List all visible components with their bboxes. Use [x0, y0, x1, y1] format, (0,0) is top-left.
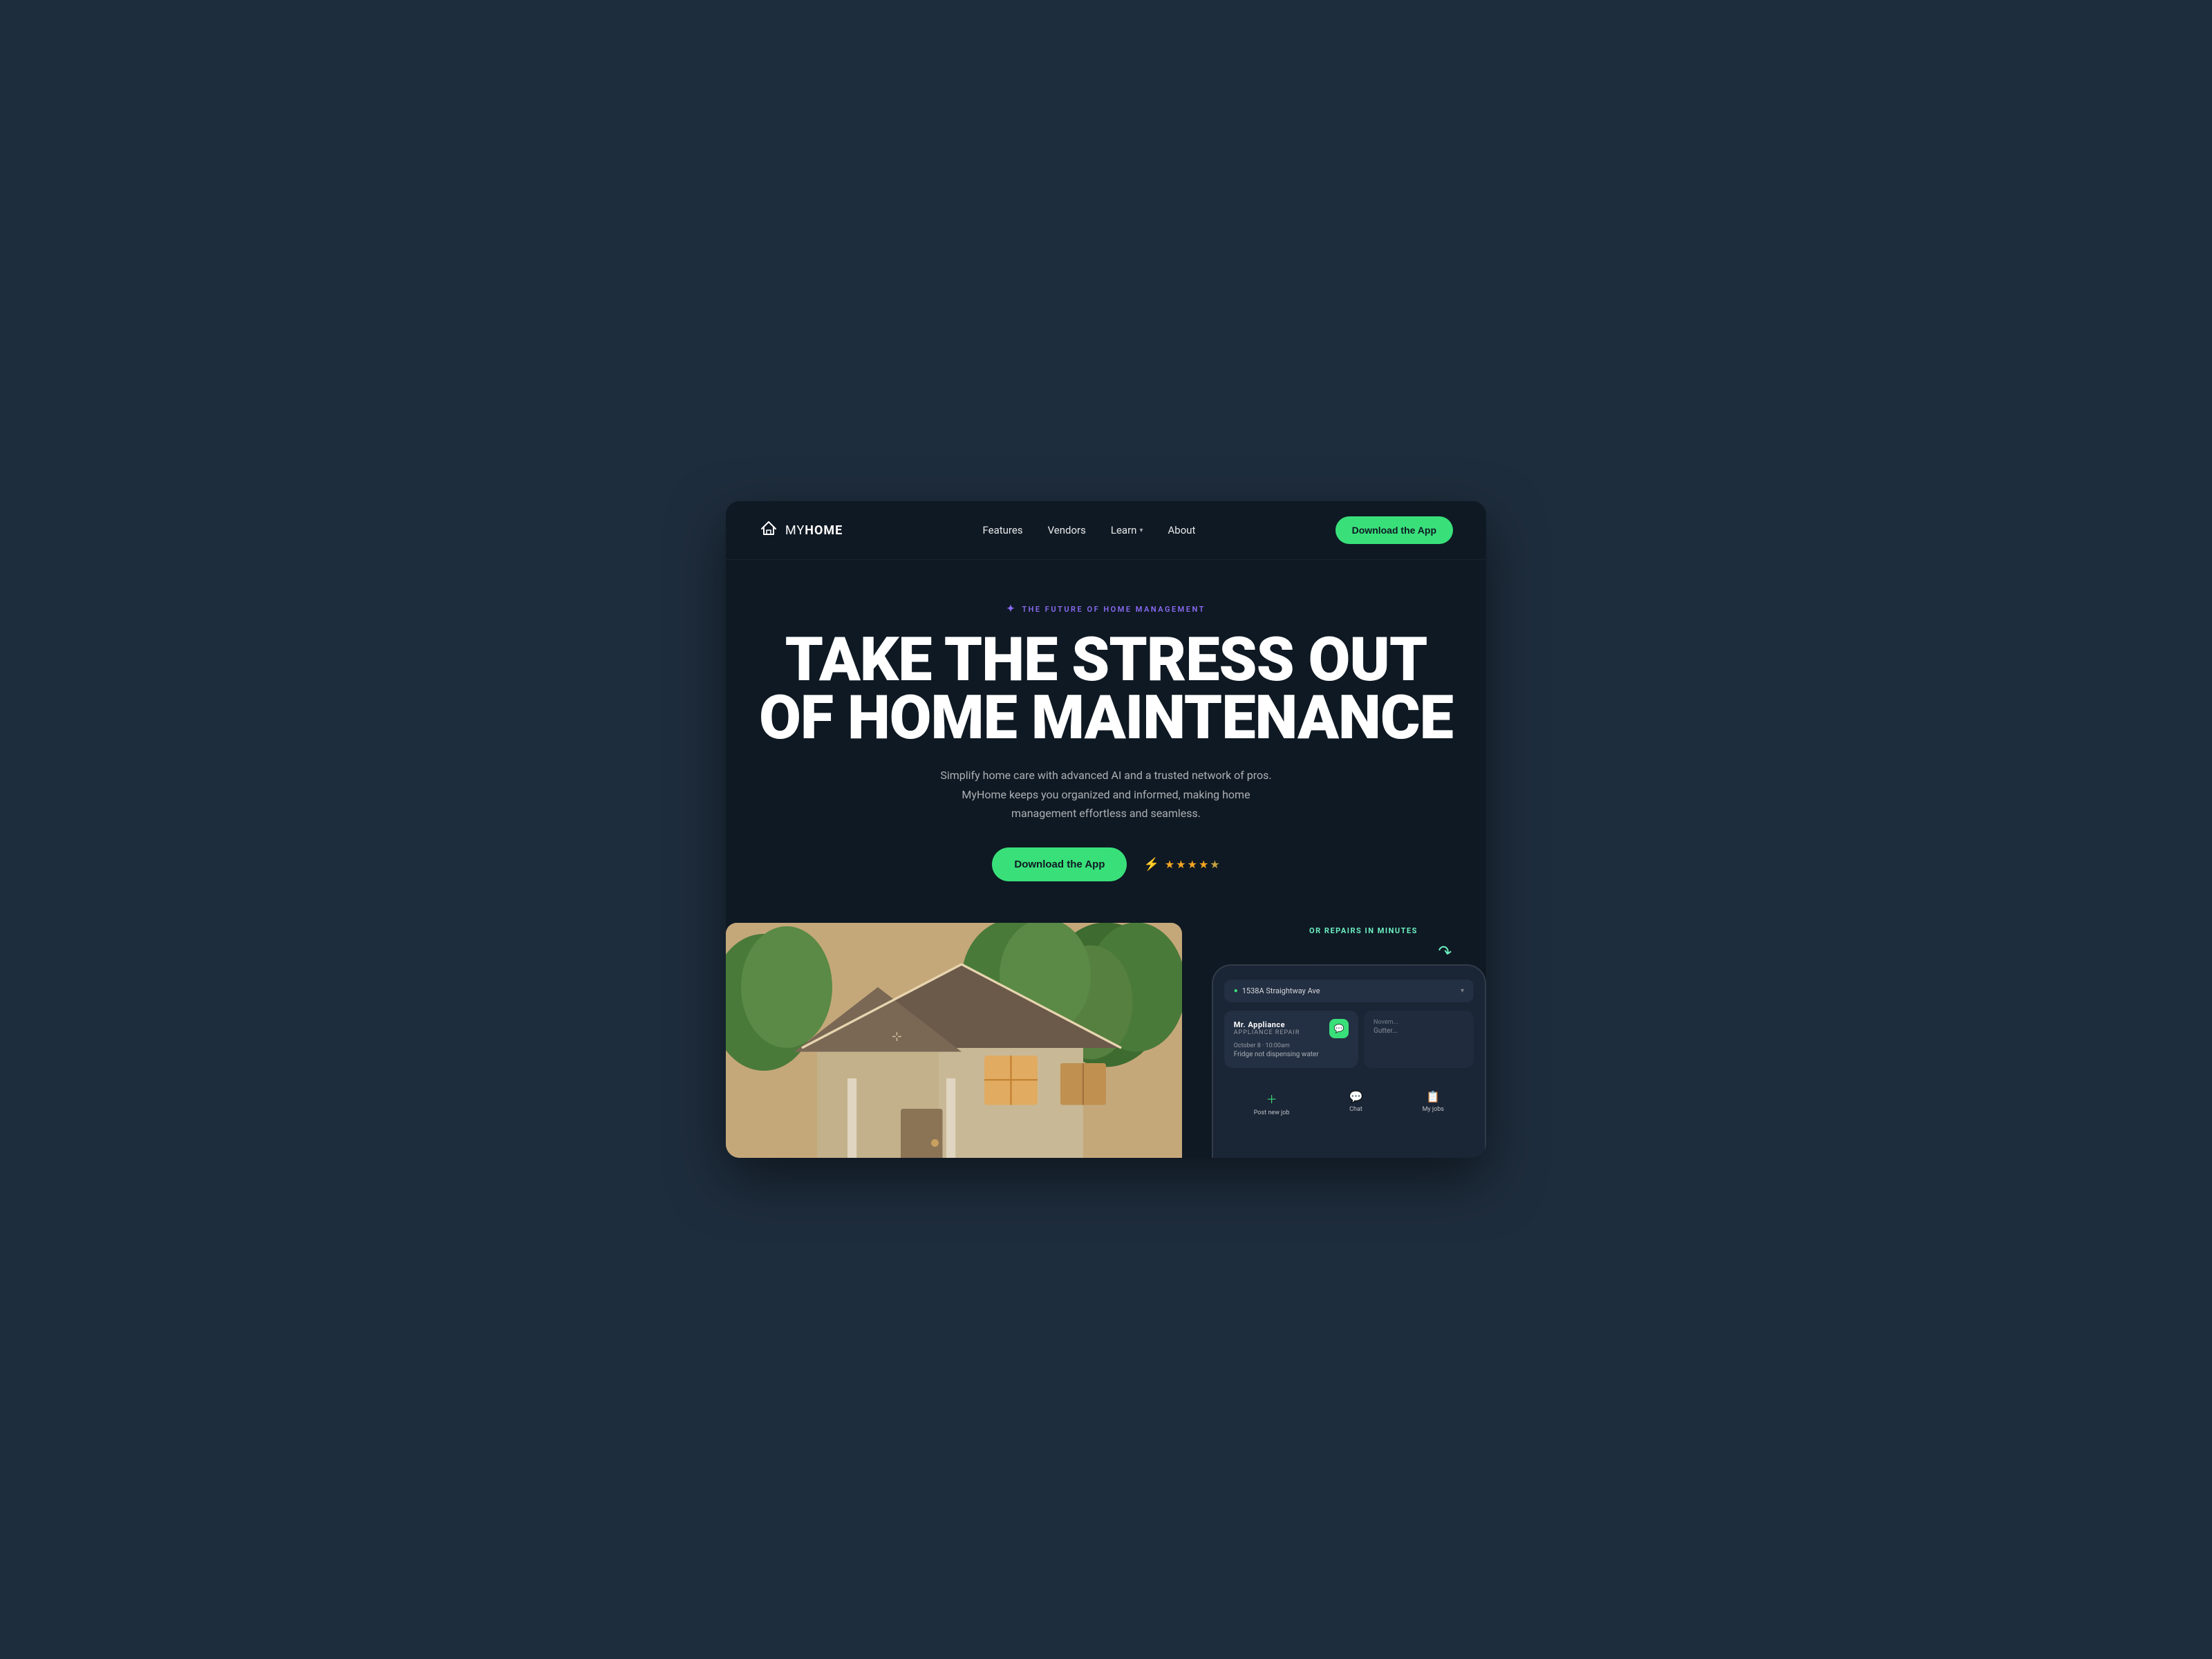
- nav-links: Features Vendors Learn ▾ About: [983, 524, 1196, 536]
- schedule-text: Schedule any Maintenance or Repairs in M…: [1296, 923, 1431, 937]
- location-icon: ●: [1234, 987, 1238, 995]
- hero-subtitle: Simplify home care with advanced AI and …: [940, 766, 1272, 823]
- job-card-1: Mr. Appliance Appliance Repair 💬 October…: [1224, 1011, 1358, 1068]
- hero-actions: Download the App ⚡ ★ ★ ★ ★ ★: [759, 847, 1453, 881]
- nav-about[interactable]: About: [1168, 524, 1195, 536]
- nav-features[interactable]: Features: [983, 524, 1023, 536]
- nav-vendors[interactable]: Vendors: [1048, 524, 1086, 536]
- logo[interactable]: MyHome: [759, 519, 843, 542]
- nav-chat[interactable]: 💬 Chat: [1349, 1090, 1363, 1116]
- navbar: MyHome Features Vendors Learn ▾ About Do…: [726, 501, 1486, 560]
- svg-text:⊹: ⊹: [892, 1030, 902, 1044]
- star-4: ★: [1199, 858, 1208, 871]
- chat-button[interactable]: 💬: [1329, 1019, 1349, 1038]
- bottom-section: ⊹ Schedule any Maintenance or Repairs in…: [726, 923, 1486, 1158]
- phone-address-bar: ● 1538A Straightway Ave ▾: [1224, 980, 1474, 1002]
- nav-chat-label: Chat: [1349, 1106, 1362, 1113]
- star-2: ★: [1176, 858, 1185, 871]
- hero-section: ✦ The Future of Home Management Take the…: [726, 560, 1486, 881]
- nav-jobs-label: My jobs: [1423, 1106, 1444, 1113]
- phone-bottom-nav: ＋ Post new job 💬 Chat 📋 My jobs: [1224, 1082, 1474, 1122]
- logo-text: MyHome: [785, 523, 843, 538]
- vendor-name: Mr. Appliance: [1234, 1020, 1300, 1029]
- card-2-date: Novem...: [1374, 1019, 1464, 1026]
- home-icon: [759, 519, 778, 542]
- house-image-area: ⊹: [726, 923, 1182, 1158]
- star-rating: ★ ★ ★ ★ ★: [1165, 858, 1220, 871]
- card-2-detail: Gutter...: [1374, 1026, 1464, 1036]
- sparkle-icon: ✦: [1006, 603, 1016, 615]
- vendor-sub: Appliance Repair: [1234, 1029, 1300, 1036]
- job-cards: Mr. Appliance Appliance Repair 💬 October…: [1224, 1011, 1474, 1075]
- phone-frame: ● 1538A Straightway Ave ▾ Mr. Appliance …: [1212, 964, 1486, 1158]
- star-3: ★: [1188, 858, 1197, 871]
- nav-post-job[interactable]: ＋ Post new job: [1254, 1090, 1290, 1116]
- job-card-2: Novem... Gutter...: [1364, 1011, 1474, 1068]
- hero-tag: ✦ The Future of Home Management: [1006, 603, 1206, 615]
- nav-post-label: Post new job: [1254, 1109, 1290, 1116]
- star-1: ★: [1165, 858, 1174, 871]
- phone-address: ● 1538A Straightway Ave: [1234, 986, 1320, 995]
- nav-my-jobs[interactable]: 📋 My jobs: [1423, 1090, 1444, 1116]
- appointment-date: October 8 · 10:00am: [1234, 1042, 1349, 1049]
- job-detail: Fridge not dispensing water: [1234, 1049, 1349, 1060]
- chevron-down-icon: ▾: [1139, 527, 1143, 534]
- arrow-curved-icon: ↷: [1436, 941, 1454, 962]
- browser-window: MyHome Features Vendors Learn ▾ About Do…: [726, 501, 1486, 1158]
- plus-icon: ＋: [1266, 1090, 1277, 1107]
- dropdown-icon: ▾: [1461, 987, 1464, 995]
- hero-title: Take the Stress Out of Home Maintenance: [759, 631, 1453, 747]
- phone-mockup-area: Schedule any Maintenance or Repairs in M…: [1167, 923, 1486, 1158]
- hero-download-button[interactable]: Download the App: [992, 847, 1127, 881]
- chat-nav-icon: 💬: [1349, 1090, 1363, 1103]
- star-5: ★: [1210, 858, 1219, 871]
- rating-icon: ⚡: [1143, 857, 1159, 872]
- rating-area: ⚡ ★ ★ ★ ★ ★: [1143, 857, 1219, 872]
- card-1-header: Mr. Appliance Appliance Repair 💬: [1234, 1019, 1349, 1038]
- nav-learn[interactable]: Learn ▾: [1111, 524, 1143, 536]
- vendor-info: Mr. Appliance Appliance Repair: [1234, 1020, 1300, 1036]
- chat-icon: 💬: [1334, 1024, 1344, 1033]
- house-photo: ⊹: [726, 923, 1182, 1158]
- nav-download-button[interactable]: Download the App: [1335, 516, 1453, 544]
- jobs-icon: 📋: [1426, 1090, 1440, 1103]
